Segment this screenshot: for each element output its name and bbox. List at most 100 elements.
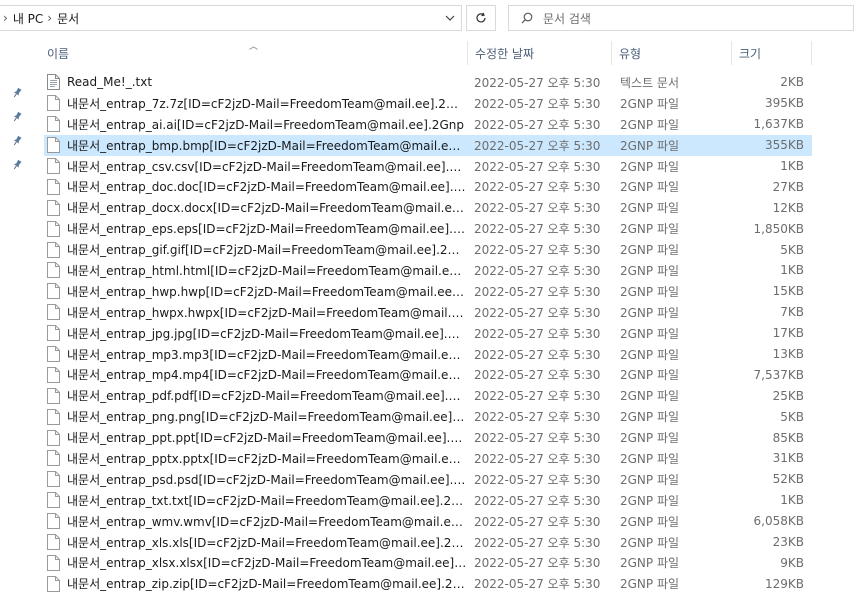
file-row[interactable]: 내문서_entrap_zip.zip[ID=cF2jzD-Mail=Freedo… xyxy=(44,573,812,594)
pin-icon[interactable] xyxy=(10,86,24,100)
file-row[interactable]: 내문서_entrap_docx.docx[ID=cF2jzD-Mail=Free… xyxy=(44,197,812,218)
file-name-cell[interactable]: 내문서_entrap_mp3.mp3[ID=cF2jzD-Mail=Freedo… xyxy=(47,344,467,365)
file-name: 내문서_entrap_bmp.bmp[ID=cF2jzD-Mail=Freedo… xyxy=(67,138,467,153)
file-row[interactable]: 내문서_entrap_mp4.mp4[ID=cF2jzD-Mail=Freedo… xyxy=(44,364,812,385)
file-icon xyxy=(47,492,60,509)
file-size: 1KB xyxy=(780,159,804,173)
file-name-cell[interactable]: 내문서_entrap_psd.psd[ID=cF2jzD-Mail=Freedo… xyxy=(47,469,467,490)
file-name-cell[interactable]: 내문서_entrap_bmp.bmp[ID=cF2jzD-Mail=Freedo… xyxy=(47,135,467,156)
file-name-cell[interactable]: 내문서_entrap_7z.7z[ID=cF2jzD-Mail=FreedomT… xyxy=(47,93,467,114)
column-header-size[interactable]: 크기 xyxy=(732,38,812,68)
file-icon xyxy=(47,450,60,467)
file-row[interactable]: 내문서_entrap_ai.ai[ID=cF2jzD-Mail=FreedomT… xyxy=(44,114,812,135)
file-name-cell[interactable]: 내문서_entrap_gif.gif[ID=cF2jzD-Mail=Freedo… xyxy=(47,239,467,260)
file-row[interactable]: 내문서_entrap_csv.csv[ID=cF2jzD-Mail=Freedo… xyxy=(44,156,812,177)
file-name-cell[interactable]: 내문서_entrap_xlsx.xlsx[ID=cF2jzD-Mail=Free… xyxy=(47,552,467,573)
file-row[interactable]: 내문서_entrap_png.png[ID=cF2jzD-Mail=Freedo… xyxy=(44,406,812,427)
search-icon xyxy=(521,12,533,24)
file-date: 2022-05-27 오후 5:30 xyxy=(474,201,601,216)
file-name-cell[interactable]: 내문서_entrap_csv.csv[ID=cF2jzD-Mail=Freedo… xyxy=(47,156,467,177)
search-input[interactable]: 문서 검색 xyxy=(508,5,854,31)
file-name: 내문서_entrap_docx.docx[ID=cF2jzD-Mail=Free… xyxy=(67,201,467,216)
pin-icon[interactable] xyxy=(10,158,24,172)
file-name-cell[interactable]: 내문서_entrap_hwp.hwp[ID=cF2jzD-Mail=Freedo… xyxy=(47,281,467,302)
file-row[interactable]: 내문서_entrap_bmp.bmp[ID=cF2jzD-Mail=Freedo… xyxy=(44,134,812,156)
file-row[interactable]: 내문서_entrap_ppt.ppt[ID=cF2jzD-Mail=Freedo… xyxy=(44,427,812,448)
file-name-cell[interactable]: 내문서_entrap_docx.docx[ID=cF2jzD-Mail=Free… xyxy=(47,197,467,218)
column-header-date[interactable]: 수정한 날짜 xyxy=(468,38,612,68)
file-name-cell[interactable]: 내문서_entrap_eps.eps[ID=cF2jzD-Mail=Freedo… xyxy=(47,218,467,239)
file-row[interactable]: 내문서_entrap_html.html[ID=cF2jzD-Mail=Free… xyxy=(44,260,812,281)
file-icon xyxy=(47,471,60,488)
breadcrumb-chevron-icon[interactable]: › xyxy=(3,11,8,25)
file-type: 2GNP 파일 xyxy=(620,472,680,487)
file-name: 내문서_entrap_gif.gif[ID=cF2jzD-Mail=Freedo… xyxy=(67,243,467,258)
file-date: 2022-05-27 오후 5:30 xyxy=(474,347,601,362)
file-type: 2GNP 파일 xyxy=(620,117,680,132)
file-icon xyxy=(47,220,60,237)
file-name-cell[interactable]: 내문서_entrap_pptx.pptx[ID=cF2jzD-Mail=Free… xyxy=(47,448,467,469)
file-name-cell[interactable]: 내문서_entrap_jpg.jpg[ID=cF2jzD-Mail=Freedo… xyxy=(47,323,467,344)
file-row[interactable]: 내문서_entrap_pdf.pdf[ID=cF2jzD-Mail=Freedo… xyxy=(44,385,812,406)
breadcrumb-documents[interactable]: 문서 xyxy=(57,10,79,27)
column-header-type-label: 유형 xyxy=(619,46,642,61)
file-name: 내문서_entrap_pptx.pptx[ID=cF2jzD-Mail=Free… xyxy=(67,451,467,466)
file-row[interactable]: 내문서_entrap_hwp.hwp[ID=cF2jzD-Mail=Freedo… xyxy=(44,281,812,302)
file-size: 1KB xyxy=(780,493,804,508)
file-row[interactable]: 내문서_entrap_eps.eps[ID=cF2jzD-Mail=Freedo… xyxy=(44,218,812,239)
file-name-cell[interactable]: 내문서_entrap_html.html[ID=cF2jzD-Mail=Free… xyxy=(47,260,467,281)
file-row[interactable]: 내문서_entrap_wmv.wmv[ID=cF2jzD-Mail=Freedo… xyxy=(44,511,812,532)
file-row[interactable]: 내문서_entrap_gif.gif[ID=cF2jzD-Mail=Freedo… xyxy=(44,239,812,260)
file-row[interactable]: 내문서_entrap_doc.doc[ID=cF2jzD-Mail=Freedo… xyxy=(44,176,812,197)
file-name-cell[interactable]: 내문서_entrap_xls.xls[ID=cF2jzD-Mail=Freedo… xyxy=(47,532,467,553)
file-row[interactable]: Read_Me!_.txt 2022-05-27 오후 5:30 텍스트 문서 2KB xyxy=(44,72,812,93)
search-placeholder: 문서 검색 xyxy=(543,11,591,26)
file-name: 내문서_entrap_mp3.mp3[ID=cF2jzD-Mail=Freedo… xyxy=(67,347,467,362)
file-type: 2GNP 파일 xyxy=(620,263,680,278)
file-row[interactable]: 내문서_entrap_jpg.jpg[ID=cF2jzD-Mail=Freedo… xyxy=(44,323,812,344)
file-name-cell[interactable]: 내문서_entrap_doc.doc[ID=cF2jzD-Mail=Freedo… xyxy=(47,176,467,197)
file-size: 15KB xyxy=(772,284,804,299)
file-name: 내문서_entrap_zip.zip[ID=cF2jzD-Mail=Freedo… xyxy=(67,577,467,592)
file-type: 2GNP 파일 xyxy=(620,368,680,383)
file-size: 25KB xyxy=(772,388,804,403)
address-bar[interactable]: › 내 PC › 문서 xyxy=(0,5,462,31)
file-size: 2KB xyxy=(780,75,804,90)
refresh-button[interactable] xyxy=(466,5,496,31)
file-size: 23KB xyxy=(772,535,804,550)
column-header-name[interactable]: 이름 xyxy=(40,38,468,68)
file-row[interactable]: 내문서_entrap_xlsx.xlsx[ID=cF2jzD-Mail=Free… xyxy=(44,552,812,573)
file-type: 2GNP 파일 xyxy=(620,96,680,111)
file-row[interactable]: 내문서_entrap_txt.txt[ID=cF2jzD-Mail=Freedo… xyxy=(44,490,812,511)
file-icon xyxy=(47,158,60,174)
file-row[interactable]: 내문서_entrap_7z.7z[ID=cF2jzD-Mail=FreedomT… xyxy=(44,93,812,114)
file-type: 2GNP 파일 xyxy=(620,431,680,446)
file-name-cell[interactable]: 내문서_entrap_txt.txt[ID=cF2jzD-Mail=Freedo… xyxy=(47,490,467,511)
file-name-cell[interactable]: 내문서_entrap_zip.zip[ID=cF2jzD-Mail=Freedo… xyxy=(47,573,467,594)
file-date: 2022-05-27 오후 5:30 xyxy=(474,305,601,320)
breadcrumb-this-pc[interactable]: 내 PC xyxy=(13,10,43,27)
file-name-cell[interactable]: 내문서_entrap_ai.ai[ID=cF2jzD-Mail=FreedomT… xyxy=(47,114,467,135)
file-type: 2GNP 파일 xyxy=(620,284,680,299)
pin-icon[interactable] xyxy=(10,110,24,124)
file-date: 2022-05-27 오후 5:30 xyxy=(474,326,601,341)
file-date: 2022-05-27 오후 5:30 xyxy=(474,431,601,446)
file-row[interactable]: 내문서_entrap_xls.xls[ID=cF2jzD-Mail=Freedo… xyxy=(44,532,812,553)
file-name-cell[interactable]: 내문서_entrap_hwpx.hwpx[ID=cF2jzD-Mail=Free… xyxy=(47,302,467,323)
file-row[interactable]: 내문서_entrap_pptx.pptx[ID=cF2jzD-Mail=Free… xyxy=(44,448,812,469)
column-header-type[interactable]: 유형 xyxy=(612,38,732,68)
breadcrumb-chevron-icon[interactable]: › xyxy=(47,11,52,25)
file-row[interactable]: 내문서_entrap_psd.psd[ID=cF2jzD-Mail=Freedo… xyxy=(44,469,812,490)
file-name-cell[interactable]: 내문서_entrap_ppt.ppt[ID=cF2jzD-Mail=Freedo… xyxy=(47,427,467,448)
file-name-cell[interactable]: Read_Me!_.txt xyxy=(47,72,467,93)
file-row[interactable]: 내문서_entrap_hwpx.hwpx[ID=cF2jzD-Mail=Free… xyxy=(44,302,812,323)
file-name-cell[interactable]: 내문서_entrap_wmv.wmv[ID=cF2jzD-Mail=Freedo… xyxy=(47,511,467,532)
column-divider[interactable] xyxy=(811,41,812,65)
file-name-cell[interactable]: 내문서_entrap_mp4.mp4[ID=cF2jzD-Mail=Freedo… xyxy=(47,364,467,385)
file-name-cell[interactable]: 내문서_entrap_png.png[ID=cF2jzD-Mail=Freedo… xyxy=(47,406,467,427)
file-row[interactable]: 내문서_entrap_mp3.mp3[ID=cF2jzD-Mail=Freedo… xyxy=(44,344,812,365)
file-name-cell[interactable]: 내문서_entrap_pdf.pdf[ID=cF2jzD-Mail=Freedo… xyxy=(47,385,467,406)
address-history-dropdown-icon[interactable] xyxy=(439,6,461,30)
pin-icon[interactable] xyxy=(10,134,24,148)
file-date: 2022-05-27 오후 5:30 xyxy=(474,556,601,571)
